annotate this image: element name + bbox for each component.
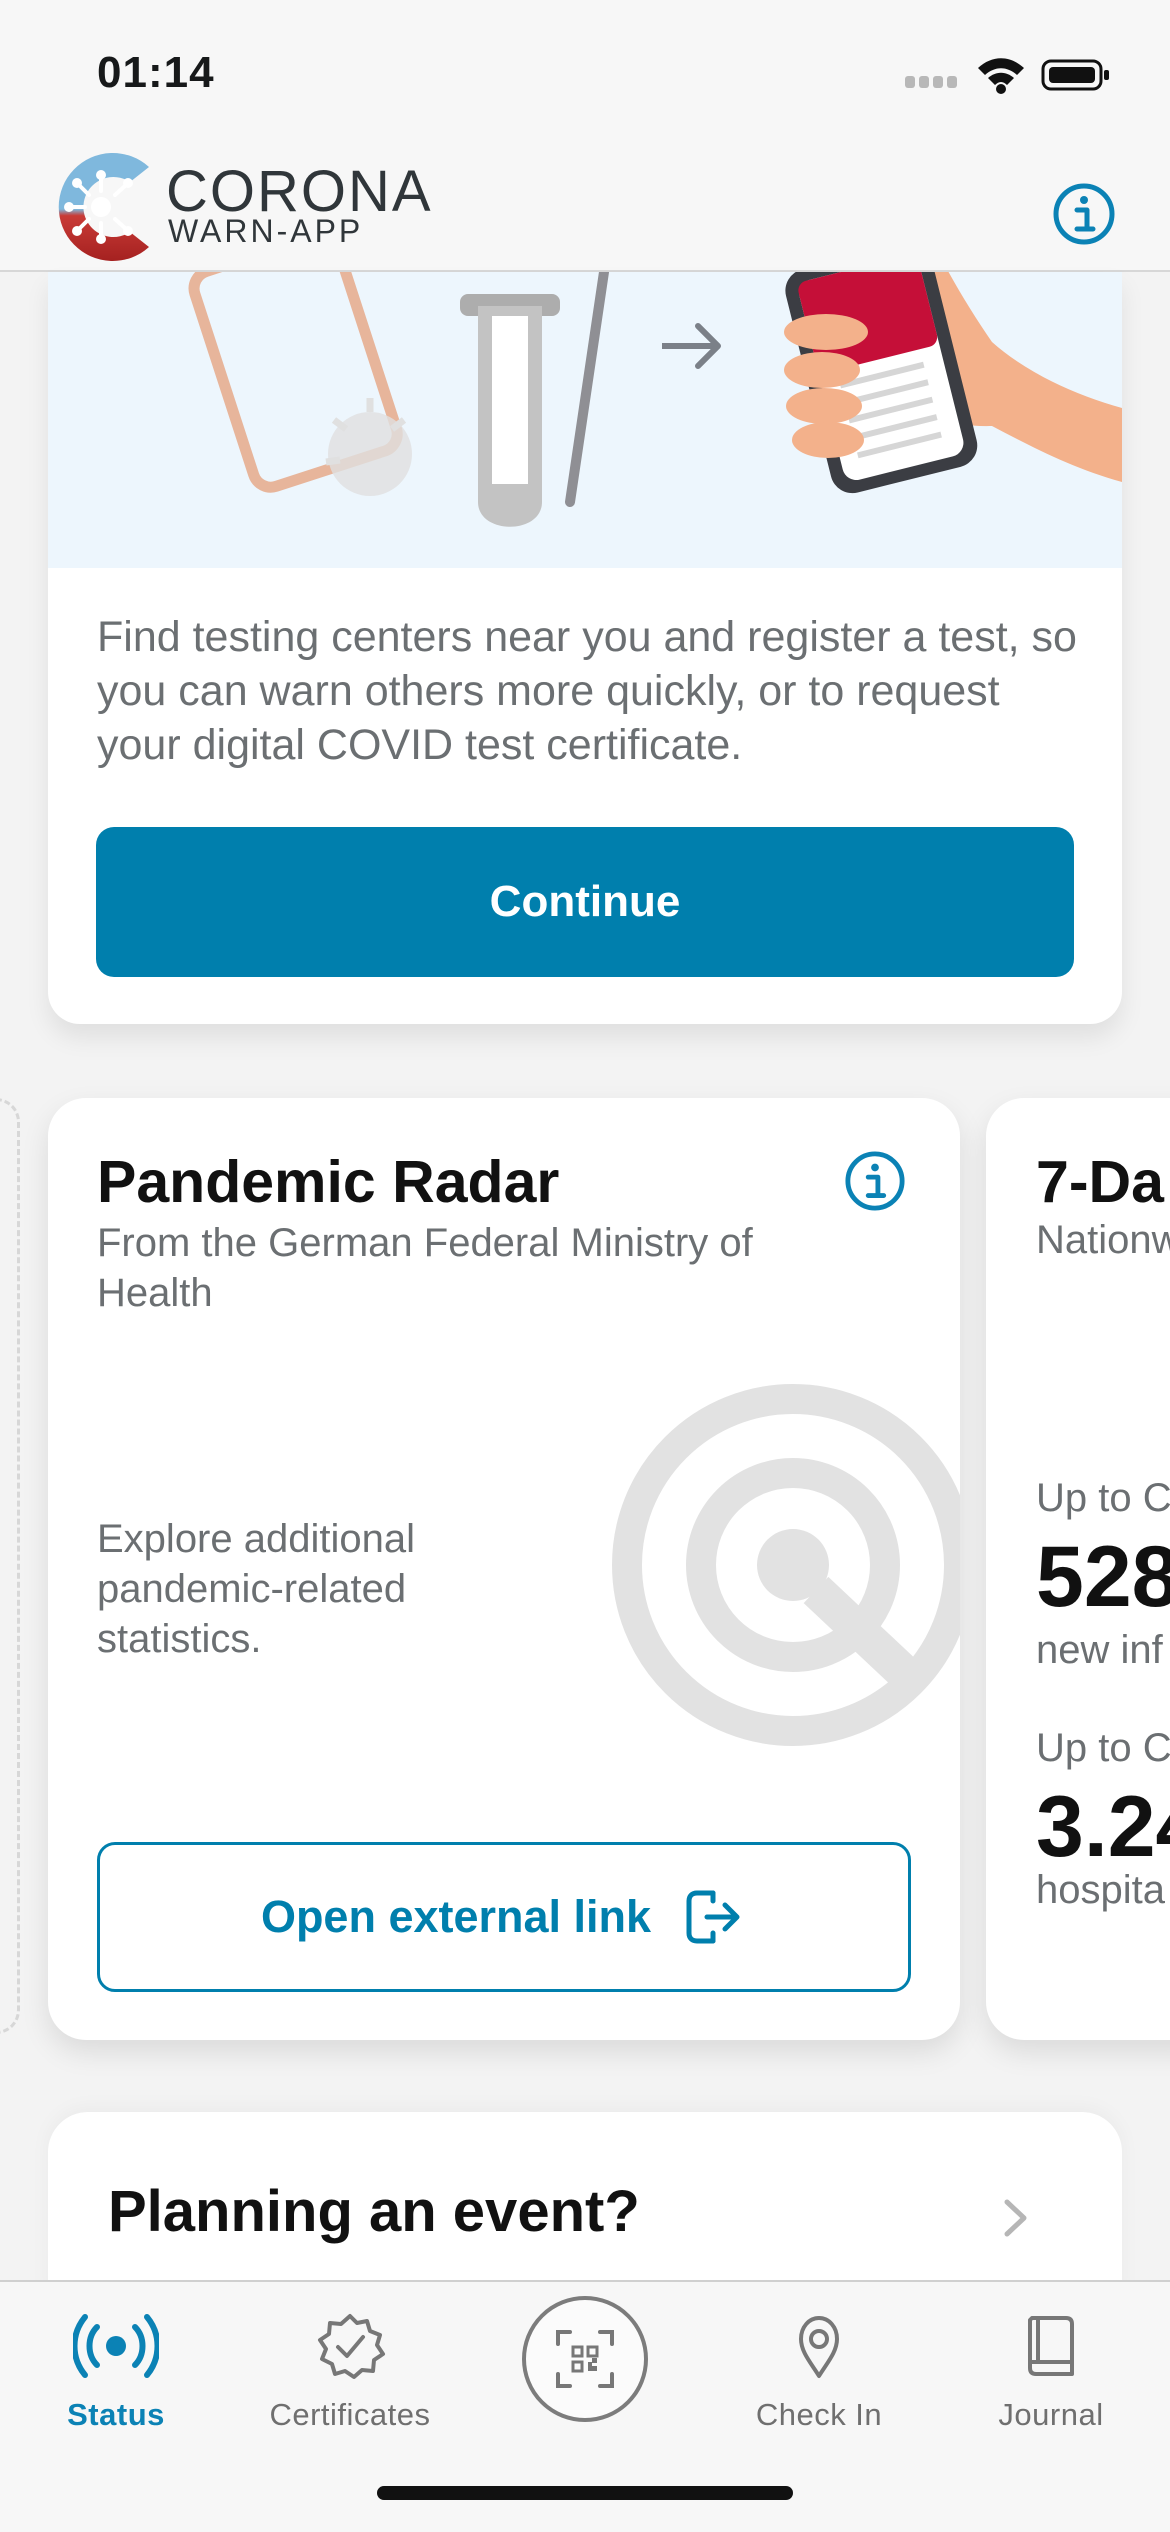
test-card-description: Find testing centers near you and regist… xyxy=(97,613,1077,769)
status-icon xyxy=(73,2314,159,2378)
battery-icon xyxy=(1041,59,1109,91)
pandemic-radar-description: Explore additional pandemic-related stat… xyxy=(97,1517,415,1661)
chevron-right-icon xyxy=(1004,2199,1027,2237)
radar-search-icon xyxy=(612,1384,960,1746)
testing-illustration xyxy=(48,272,1122,568)
qr-scan-button[interactable] xyxy=(522,2296,648,2422)
open-external-link-button[interactable]: Open external link xyxy=(97,1842,911,1992)
next-card-label-1: Up to C xyxy=(1036,1476,1170,1520)
journal-icon xyxy=(1028,2316,1074,2376)
previous-card-edge[interactable] xyxy=(0,1098,20,2034)
corona-warn-app-logo xyxy=(58,153,149,261)
tab-status[interactable]: Status xyxy=(21,2312,211,2447)
tab-certificates-label: Certificates xyxy=(269,2397,431,2432)
tab-check-in-label: Check In xyxy=(755,2397,883,2432)
info-icon[interactable] xyxy=(1052,182,1116,246)
next-card-caption-1: new inf xyxy=(1036,1628,1163,1672)
app-header: CORONA WARN-APP xyxy=(0,140,1170,272)
planning-event-title: Planning an event? xyxy=(108,2179,640,2244)
pandemic-radar-subtitle: From the German Federal Ministry of Heal… xyxy=(97,1221,753,1315)
continue-button[interactable]: Continue xyxy=(96,827,1074,977)
next-card-subtitle: Nationw xyxy=(1036,1218,1170,1262)
pandemic-radar-card: Pandemic Radar From the German Federal M… xyxy=(48,1098,960,2040)
next-card-label-2: Up to C xyxy=(1036,1726,1170,1770)
next-card-title: 7-Da xyxy=(1036,1149,1164,1215)
external-link-icon xyxy=(686,1890,740,1944)
wifi-icon xyxy=(978,58,1024,94)
planning-event-card[interactable]: Planning an event? xyxy=(48,2112,1122,2302)
test-registration-card: Find testing centers near you and regist… xyxy=(48,272,1122,1024)
tab-status-label: Status xyxy=(67,2397,165,2432)
status-time: 01:14 xyxy=(97,48,215,97)
certificate-icon xyxy=(318,2314,385,2379)
next-card-value-2: 3.24 xyxy=(1036,1779,1170,1875)
home-indicator xyxy=(377,2486,793,2500)
info-icon[interactable] xyxy=(844,1150,906,1212)
next-card-caption-2: hospita xyxy=(1036,1868,1165,1912)
tab-journal[interactable]: Journal xyxy=(956,2312,1146,2447)
cellular-signal-icon xyxy=(905,76,957,88)
brand-subtitle: WARN-APP xyxy=(168,213,364,249)
pandemic-radar-title: Pandemic Radar xyxy=(97,1149,560,1215)
status-bar: 01:14 xyxy=(0,0,1170,140)
tab-check-in[interactable]: Check In xyxy=(724,2312,914,2447)
next-card-value-1: 528 xyxy=(1036,1529,1170,1625)
app-screen: 01:14 CORONA WARN-APP Find testing cente… xyxy=(0,0,1170,2532)
open-external-link-label: Open external link xyxy=(260,1891,652,1942)
seven-day-incidence-card[interactable]: 7-Da Nationw Up to C 528 new inf Up to C… xyxy=(986,1098,1170,2040)
tab-certificates[interactable]: Certificates xyxy=(255,2312,445,2447)
tab-journal-label: Journal xyxy=(998,2397,1104,2432)
qr-scan-icon xyxy=(556,2330,614,2388)
location-pin-icon xyxy=(799,2316,839,2378)
